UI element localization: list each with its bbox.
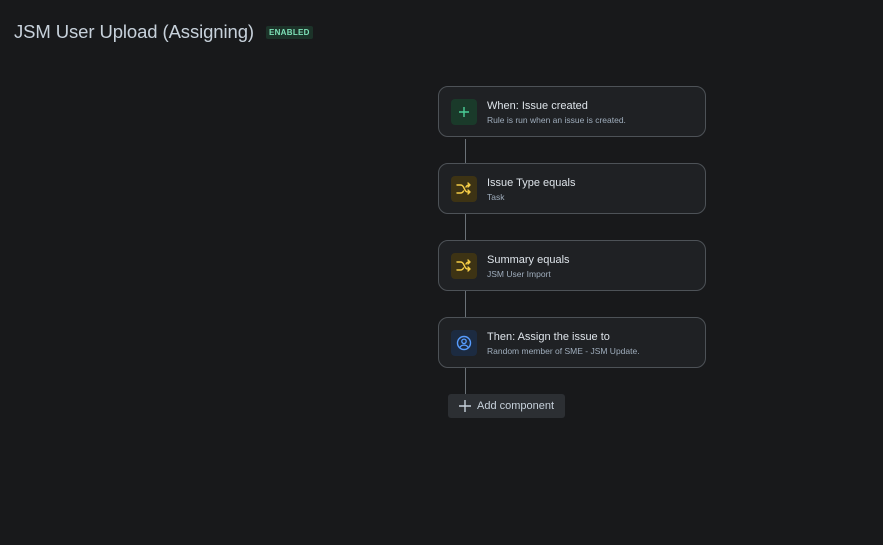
- rule-step-action-assign[interactable]: Then: Assign the issue to Random member …: [438, 317, 706, 368]
- rule-step-condition-issue-type[interactable]: Issue Type equals Task: [438, 163, 706, 214]
- add-component-button[interactable]: Add component: [448, 394, 565, 418]
- rule-step-subtitle: Random member of SME - JSM Update.: [487, 346, 640, 356]
- page-title: JSM User Upload (Assigning): [14, 21, 254, 42]
- rule-step-trigger[interactable]: When: Issue created Rule is run when an …: [438, 86, 706, 137]
- rule-step-subtitle: JSM User Import: [487, 269, 551, 279]
- user-circle-icon: [451, 330, 477, 356]
- rule-step-title: Summary equals: [487, 254, 570, 266]
- rule-step-title: Then: Assign the issue to: [487, 331, 610, 343]
- status-badge: ENABLED: [265, 26, 313, 39]
- rule-step-title: Issue Type equals: [487, 177, 576, 189]
- rule-step-title: When: Issue created: [487, 100, 588, 112]
- plus-icon: [451, 99, 477, 125]
- add-component-label: Add component: [477, 400, 555, 412]
- rule-header: JSM User Upload (Assigning) ENABLED: [14, 21, 313, 43]
- rule-step-subtitle: Task: [487, 192, 505, 202]
- rule-step-condition-summary[interactable]: Summary equals JSM User Import: [438, 240, 706, 291]
- rule-step-subtitle: Rule is run when an issue is created.: [487, 115, 626, 125]
- shuffle-icon: [451, 253, 477, 279]
- plus-icon: [458, 399, 472, 413]
- shuffle-icon: [451, 176, 477, 202]
